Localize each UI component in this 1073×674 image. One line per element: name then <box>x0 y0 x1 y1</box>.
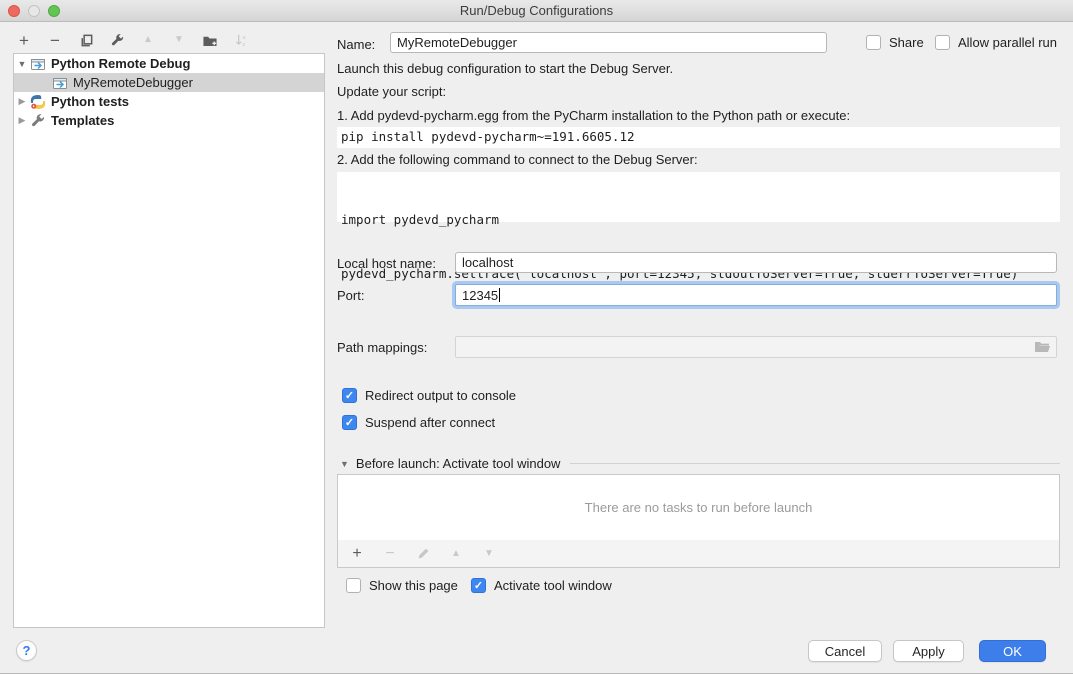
remove-task-icon[interactable]: − <box>381 545 399 563</box>
tree-item-label: Python tests <box>51 94 129 109</box>
local-host-name-label: Local host name: <box>337 256 436 271</box>
text-caret <box>499 288 500 302</box>
before-launch-title: Before launch: Activate tool window <box>356 456 561 471</box>
ok-button[interactable]: OK <box>979 640 1046 662</box>
edit-defaults-wrench-icon[interactable] <box>108 31 126 49</box>
local-host-name-input[interactable] <box>455 252 1057 273</box>
allow-parallel-run-checkbox[interactable] <box>935 35 950 50</box>
collapse-arrow-icon[interactable]: ▶ <box>14 96 30 107</box>
path-mappings-label: Path mappings: <box>337 340 427 355</box>
port-label: Port: <box>337 288 364 303</box>
empty-tasks-message: There are no tasks to run before launch <box>585 500 813 515</box>
before-launch-task-list[interactable]: There are no tasks to run before launch <box>337 474 1060 541</box>
browse-folder-icon[interactable] <box>1034 340 1051 357</box>
copy-icon[interactable] <box>77 31 95 49</box>
redirect-output-checkbox[interactable] <box>342 388 357 403</box>
allow-parallel-option: Allow parallel run <box>935 35 1057 50</box>
instruction-line-1: Launch this debug configuration to start… <box>337 61 673 76</box>
move-up-icon[interactable]: ▲ <box>139 31 157 49</box>
collapse-arrow-icon[interactable]: ▶ <box>14 115 30 126</box>
tree-item-myremotedebugger[interactable]: MyRemoteDebugger <box>14 73 324 92</box>
title-bar: Run/Debug Configurations <box>0 0 1073 22</box>
expand-arrow-icon[interactable]: ▼ <box>14 59 30 69</box>
port-input[interactable]: 12345 <box>455 284 1057 306</box>
tree-item-label: Templates <box>51 113 114 128</box>
show-this-page-checkbox[interactable] <box>346 578 361 593</box>
redirect-output-option: Redirect output to console <box>342 388 516 403</box>
cancel-button[interactable]: Cancel <box>808 640 882 662</box>
suspend-after-connect-label: Suspend after connect <box>365 415 495 430</box>
run-debug-configurations-dialog: Run/Debug Configurations + − ▲ ▼ az ▼ Py… <box>0 0 1073 674</box>
before-launch-toolbar: + − ▲ ▼ <box>337 540 1060 568</box>
apply-button[interactable]: Apply <box>893 640 964 662</box>
pip-install-command: pip install pydevd-pycharm~=191.6605.12 <box>337 127 1060 148</box>
tree-item-python-tests[interactable]: ▶ Python tests <box>14 92 324 111</box>
section-rule <box>570 463 1060 464</box>
move-task-up-icon[interactable]: ▲ <box>447 545 465 563</box>
window-title: Run/Debug Configurations <box>0 3 1073 18</box>
name-input[interactable] <box>390 32 827 53</box>
tree-item-templates[interactable]: ▶ Templates <box>14 111 324 130</box>
python-tests-icon <box>30 94 47 110</box>
edit-task-pencil-icon[interactable] <box>414 545 432 563</box>
configurations-toolbar: + − ▲ ▼ az <box>15 29 250 51</box>
instruction-step-1: 1. Add pydevd-pycharm.egg from the PyCha… <box>337 108 850 123</box>
show-this-page-option: Show this page <box>346 578 458 593</box>
name-label: Name: <box>337 37 375 52</box>
section-expand-arrow-icon[interactable]: ▼ <box>340 459 349 469</box>
settrace-code-block: import pydevd_pycharm pydevd_pycharm.set… <box>337 172 1060 222</box>
activate-tool-window-option: Activate tool window <box>471 578 612 593</box>
before-launch-header[interactable]: ▼ Before launch: Activate tool window <box>340 456 1060 471</box>
remove-icon[interactable]: − <box>46 31 64 49</box>
instruction-step-2: 2. Add the following command to connect … <box>337 152 698 167</box>
suspend-after-connect-checkbox[interactable] <box>342 415 357 430</box>
tree-item-label: MyRemoteDebugger <box>73 75 193 90</box>
move-task-down-icon[interactable]: ▼ <box>480 545 498 563</box>
activate-tool-window-checkbox[interactable] <box>471 578 486 593</box>
share-option: Share <box>866 35 924 50</box>
configurations-tree: ▼ Python Remote Debug MyRemoteDebugger ▶… <box>13 53 325 628</box>
remote-debug-icon <box>52 75 69 91</box>
show-this-page-label: Show this page <box>369 578 458 593</box>
code-line-import: import pydevd_pycharm <box>341 211 1056 229</box>
wrench-icon <box>30 113 47 129</box>
redirect-output-label: Redirect output to console <box>365 388 516 403</box>
allow-parallel-run-label: Allow parallel run <box>958 35 1057 50</box>
path-mappings-input[interactable] <box>455 336 1057 358</box>
svg-text:a: a <box>242 35 246 41</box>
tree-item-python-remote-debug[interactable]: ▼ Python Remote Debug <box>14 54 324 73</box>
share-checkbox[interactable] <box>866 35 881 50</box>
activate-tool-window-label: Activate tool window <box>494 578 612 593</box>
share-label: Share <box>889 35 924 50</box>
port-value: 12345 <box>462 288 498 303</box>
add-icon[interactable]: + <box>15 31 33 49</box>
instruction-line-2: Update your script: <box>337 84 446 99</box>
sort-alphabetically-icon[interactable]: az <box>232 31 250 49</box>
tree-item-label: Python Remote Debug <box>51 56 190 71</box>
remote-debug-icon <box>30 56 47 72</box>
suspend-after-connect-option: Suspend after connect <box>342 415 495 430</box>
new-folder-icon[interactable] <box>201 31 219 49</box>
add-task-icon[interactable]: + <box>348 545 366 563</box>
svg-text:z: z <box>242 42 245 48</box>
help-button[interactable]: ? <box>16 640 37 661</box>
move-down-icon[interactable]: ▼ <box>170 31 188 49</box>
